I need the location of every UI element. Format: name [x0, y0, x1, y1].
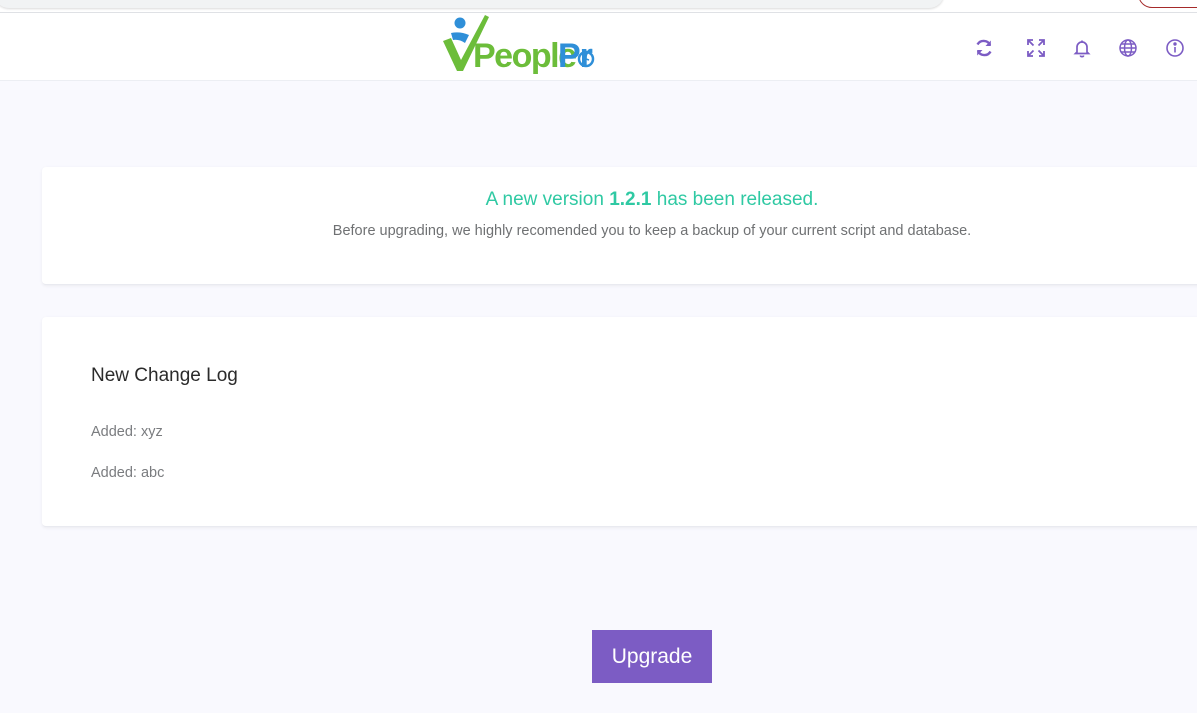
info-icon[interactable]: [1165, 38, 1185, 58]
svg-text:Pr: Pr: [558, 37, 593, 75]
changelog-title: New Change Log: [91, 365, 238, 386]
address-bar[interactable]: [0, 0, 944, 8]
changelog-item: Added: abc: [91, 465, 165, 481]
upgrade-button[interactable]: Upgrade: [592, 630, 712, 683]
globe-icon[interactable]: [1118, 38, 1138, 58]
release-notice-card: A new version 1.2.1 has been released. B…: [42, 167, 1197, 285]
top-navbar: People Pr: [0, 13, 1197, 81]
release-headline: A new version 1.2.1 has been released.: [42, 189, 1197, 211]
bell-icon[interactable]: [1072, 38, 1092, 58]
logo-graphic: People Pr: [443, 15, 595, 75]
release-suffix: has been released.: [651, 189, 819, 210]
refresh-icon[interactable]: [974, 38, 994, 58]
release-version: 1.2.1: [609, 189, 652, 210]
changelog-card: New Change Log Added: xyz Added: abc: [42, 317, 1197, 527]
fullscreen-icon[interactable]: [1026, 38, 1046, 58]
changelog-item: Added: xyz: [91, 424, 163, 440]
peoplepro-logo[interactable]: People Pr: [441, 13, 601, 81]
browser-chrome: [0, 0, 1197, 13]
browser-profile-button[interactable]: [1138, 0, 1197, 8]
release-prefix: A new version: [485, 189, 610, 210]
backup-warning: Before upgrading, we highly recomended y…: [332, 223, 972, 239]
